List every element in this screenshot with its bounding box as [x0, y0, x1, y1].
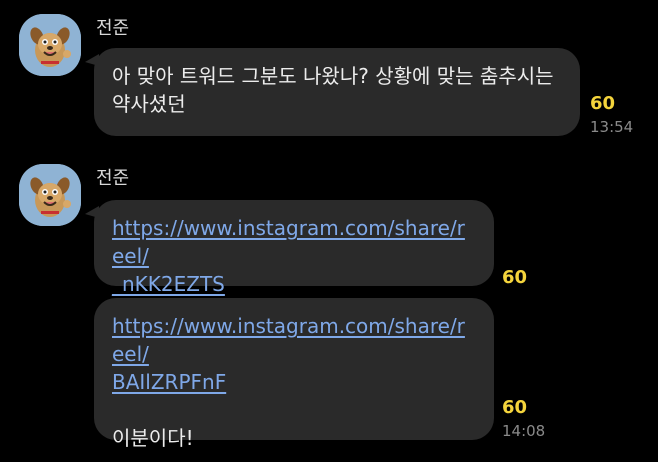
message-bubble[interactable]: 아 맞아 트워드 그분도 나왔나? 상황에 맞는 춤추시는 약사셨던 [85, 48, 580, 136]
message-time: 13:54 [590, 118, 634, 136]
message-time: 14:08 [502, 422, 546, 440]
sender-name: 전준 [96, 168, 130, 189]
link-line1: https://www.instagram.com/share/reel/ [112, 314, 465, 366]
message-link[interactable]: https://www.instagram.com/share/reel/ _n… [112, 214, 476, 298]
message-link[interactable]: https://www.instagram.com/share/reel/ BA… [112, 312, 476, 396]
avatar[interactable] [19, 14, 81, 76]
message-text: 이분이다! [112, 426, 194, 450]
message-text-line1: 아 맞아 트워드 그분도 나왔나? 상황에 맞는 춤추시는 [112, 64, 554, 88]
dog-character-icon [19, 164, 81, 226]
message-text-line2: 약사셨던 [112, 92, 186, 116]
link-line1: https://www.instagram.com/share/reel/ [112, 216, 465, 268]
message-bubble[interactable]: https://www.instagram.com/share/reel/ _n… [85, 200, 494, 296]
dog-character-icon [19, 14, 81, 76]
unread-count: 60 [590, 93, 616, 114]
link-line2: BAIlZRPFnF [112, 370, 227, 394]
unread-count: 60 [502, 267, 528, 288]
message-bubble[interactable]: https://www.instagram.com/share/reel/ BA… [94, 298, 494, 450]
sender-name: 전준 [96, 18, 130, 39]
link-line2: _nKK2EZTS [112, 272, 225, 296]
avatar[interactable] [19, 164, 81, 226]
unread-count: 60 [502, 397, 528, 418]
